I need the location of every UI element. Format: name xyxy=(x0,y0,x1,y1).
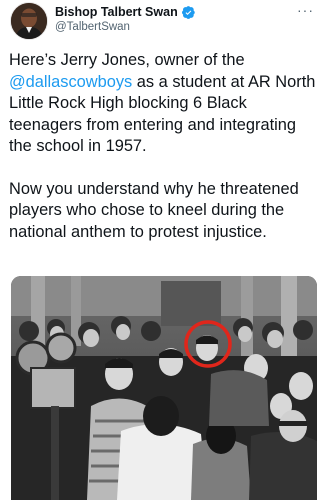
tweet-paragraph-1: Here’s Jerry Jones, owner of the @dallas… xyxy=(9,50,321,158)
tweet-paragraph-2: Now you understand why he threatened pla… xyxy=(9,179,299,241)
author-display-name[interactable]: Bishop Talbert Swan xyxy=(55,5,178,19)
avatar-portrait-icon xyxy=(11,3,47,39)
tweet-header: Bishop Talbert Swan @TalbertSwan ··· xyxy=(0,0,328,44)
verified-badge-icon xyxy=(181,5,195,19)
author-avatar[interactable] xyxy=(10,2,48,40)
tweet-text-part: Here’s Jerry Jones, owner of the xyxy=(9,51,245,69)
tweet-card: Bishop Talbert Swan @TalbertSwan ··· Her… xyxy=(0,0,328,500)
tweet-text: Here’s Jerry Jones, owner of the @dallas… xyxy=(9,50,321,243)
more-options-button[interactable]: ··· xyxy=(297,2,314,18)
tweet-photo[interactable] xyxy=(11,276,317,500)
mention-link[interactable]: @dallascowboys xyxy=(9,73,132,91)
author-name-row: Bishop Talbert Swan xyxy=(55,5,195,19)
author-handle[interactable]: @TalbertSwan xyxy=(55,21,130,33)
photo-illustration xyxy=(11,276,317,500)
